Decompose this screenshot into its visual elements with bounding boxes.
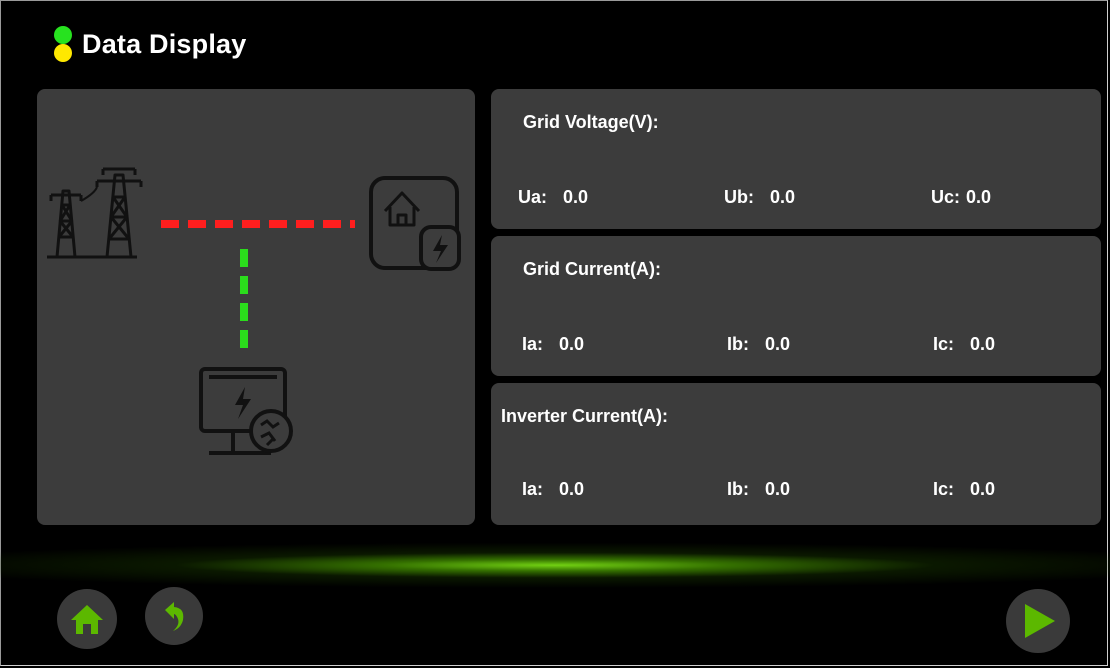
grid-current-ic-value: 0.0 <box>970 334 996 354</box>
back-arrow-icon <box>165 602 184 631</box>
voltage-ub: Ub: 0.0 <box>724 187 795 208</box>
energy-flow-diagram <box>37 89 475 525</box>
voltage-uc-label: Uc: <box>931 187 961 207</box>
grid-current-ic-label: Ic: <box>933 334 955 354</box>
grid-current-ib-label: Ib: <box>727 334 749 354</box>
grid-current-ia-value: 0.0 <box>559 334 585 354</box>
inverter-current-panel: Inverter Current(A): Ia: 0.0 Ib: 0.0 Ic: 0.… <box>491 383 1101 525</box>
voltage-ua: Ua: 0.0 <box>518 187 588 208</box>
grid-current-panel: Grid Current(A): Ia: 0.0 Ib: 0.0 Ic: 0.0 <box>491 236 1101 376</box>
voltage-ub-label: Ub: <box>724 187 754 207</box>
next-button[interactable] <box>1006 589 1070 653</box>
inverter-current-ia: Ia: 0.0 <box>522 479 584 500</box>
grid-voltage-title: Grid Voltage(V): <box>523 112 659 132</box>
inverter-current-ia-value: 0.0 <box>559 479 585 499</box>
energy-flow-svg <box>47 167 461 455</box>
status-green-dot <box>54 26 72 44</box>
home-icon <box>71 605 103 634</box>
inverter-current-ia-label: Ia: <box>522 479 544 499</box>
inverter-current-title: Inverter Current(A): <box>501 406 669 426</box>
grid-voltage-panel: Grid Voltage(V): Ua: 0.0 Ub: 0.0 Uc: 0.0 <box>491 89 1101 229</box>
inverter-current-ic: Ic: 0.0 <box>933 479 995 500</box>
status-yellow-dot <box>54 44 72 62</box>
voltage-ua-value: 0.0 <box>563 187 589 207</box>
grid-current-ib: Ib: 0.0 <box>727 334 790 355</box>
grid-current-ia: Ia: 0.0 <box>522 334 584 355</box>
home-button[interactable] <box>57 589 117 649</box>
inverter-current-ib: Ib: 0.0 <box>727 479 790 500</box>
header: Data Display <box>50 22 246 66</box>
home-power-icon <box>369 176 461 271</box>
play-arrow-icon <box>1025 604 1055 638</box>
grid-current-ia-label: Ia: <box>522 334 544 354</box>
voltage-ua-label: Ua: <box>518 187 548 207</box>
inverter-current-ic-value: 0.0 <box>970 479 996 499</box>
voltage-uc-value: 0.0 <box>966 187 992 207</box>
inverter-current-ib-label: Ib: <box>727 479 749 499</box>
voltage-ub-value: 0.0 <box>770 187 796 207</box>
inverter-current-ib-value: 0.0 <box>765 479 791 499</box>
page-title: Data Display <box>82 28 247 59</box>
back-button[interactable] <box>145 587 203 645</box>
grid-current-ic: Ic: 0.0 <box>933 334 995 355</box>
inverter-current-ic-label: Ic: <box>933 479 955 499</box>
status-indicator <box>50 24 76 64</box>
inverter-monitor-icon <box>199 367 293 455</box>
grid-current-ib-value: 0.0 <box>765 334 791 354</box>
grid-current-title: Grid Current(A): <box>523 259 661 279</box>
power-tower-icon <box>47 167 143 259</box>
voltage-uc: Uc: 0.0 <box>931 187 991 208</box>
